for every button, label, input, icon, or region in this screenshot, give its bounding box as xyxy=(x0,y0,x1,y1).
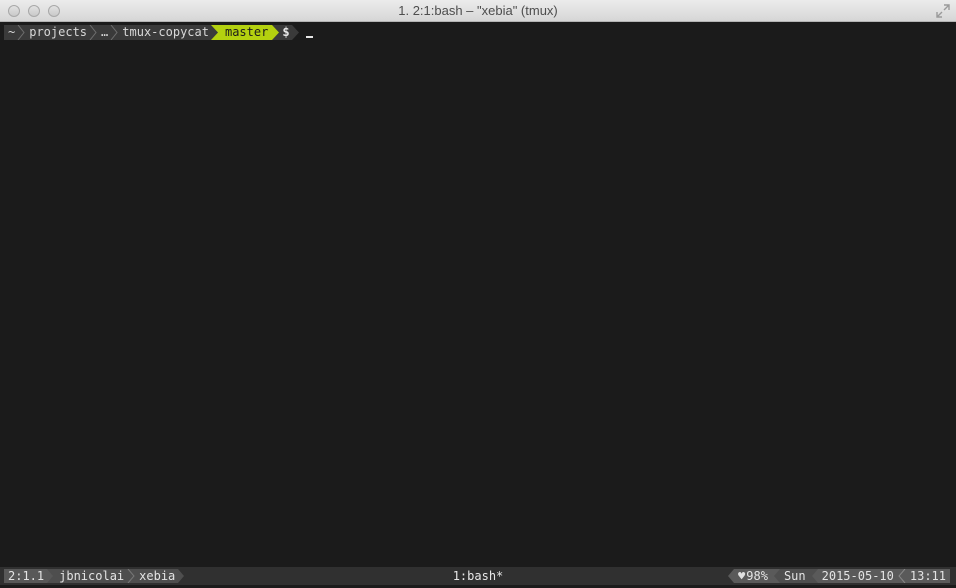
status-day: Sun xyxy=(779,569,810,583)
prompt-path-projects: projects xyxy=(25,25,90,40)
git-branch: master xyxy=(218,25,273,40)
status-time: 13:11 xyxy=(905,569,950,583)
path-separator-icon xyxy=(17,25,26,40)
status-separator-icon xyxy=(897,569,906,583)
terminal-window: 1. 2:1:bash – "xebia" (tmux) ~ projects … xyxy=(0,0,956,588)
shell-prompt: ~ projects … tmux-copycat master $ xyxy=(4,25,313,40)
prompt-path-ellipsis: … xyxy=(97,25,111,40)
prompt-symbol: $ xyxy=(280,25,292,40)
battery-status: ♥ 98% xyxy=(734,569,772,583)
path-separator-icon xyxy=(110,25,119,40)
battery-level: 98% xyxy=(746,569,768,583)
title-bar: 1. 2:1:bash – "xebia" (tmux) xyxy=(0,0,956,22)
status-right: ♥ 98% Sun 2015-05-10 13:11 xyxy=(726,569,950,583)
terminal-pane[interactable]: ~ projects … tmux-copycat master $ xyxy=(0,22,956,588)
branch-arrow-right-icon xyxy=(272,25,281,40)
status-date: 2015-05-10 xyxy=(817,569,898,583)
text-cursor xyxy=(305,36,313,38)
tmux-status-bar: 2:1.1 jbnicolai xebia 1:bash* ♥ 98% Sun … xyxy=(0,567,956,585)
window-title: 1. 2:1:bash – "xebia" (tmux) xyxy=(398,3,558,18)
status-separator-icon xyxy=(728,569,735,583)
prompt-path-home: ~ xyxy=(4,25,18,40)
path-separator-icon xyxy=(89,25,98,40)
heart-icon: ♥ xyxy=(738,569,746,583)
prompt-end-arrow-icon xyxy=(291,25,299,40)
fullscreen-icon[interactable] xyxy=(936,4,950,18)
branch-arrow-left-icon xyxy=(210,25,219,40)
window-tab-bash[interactable]: 1:bash* xyxy=(453,569,504,583)
status-separator-icon xyxy=(809,569,818,583)
prompt-path-current-dir: tmux-copycat xyxy=(118,25,211,40)
status-separator-icon xyxy=(771,569,780,583)
